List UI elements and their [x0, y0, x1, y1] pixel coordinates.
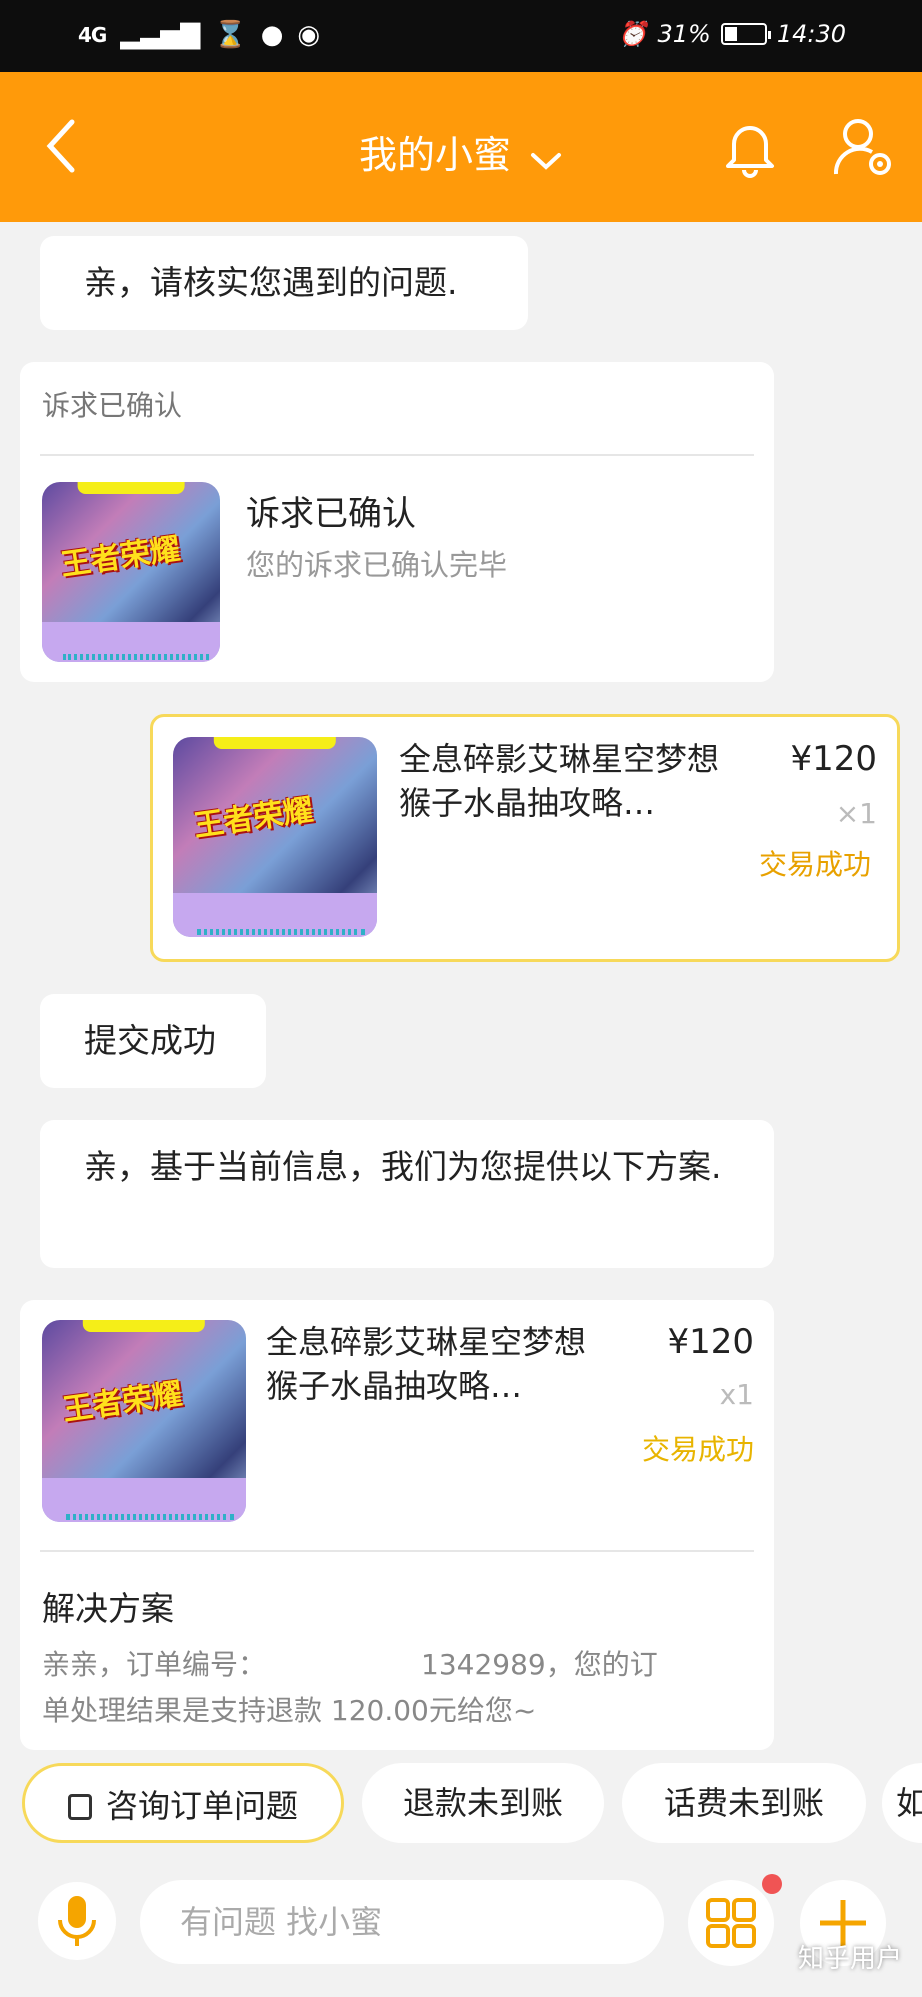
- chip-more[interactable]: 如: [882, 1763, 922, 1843]
- appeal-title: 诉求已确认: [246, 494, 416, 534]
- product-qty: x1: [719, 1378, 754, 1411]
- battery-icon: [720, 23, 771, 45]
- thumb-logo: 王者荣耀: [192, 792, 316, 845]
- quick-replies: 咨询订单问题 退款未到账 话费未到账 如: [0, 1763, 922, 1849]
- notification-dot: [762, 1874, 782, 1894]
- chevron-down-icon: [529, 136, 563, 180]
- chip-label: 咨询订单问题: [105, 1787, 298, 1825]
- chip-order-question[interactable]: 咨询订单问题: [22, 1763, 344, 1843]
- bot-message: 提交成功: [40, 994, 266, 1088]
- battery-percent: 31%: [657, 20, 711, 48]
- product-thumbnail: 王者荣耀: [173, 737, 377, 937]
- message-input[interactable]: 有问题 找小蜜: [140, 1880, 664, 1964]
- apps-button[interactable]: [688, 1880, 774, 1966]
- appeal-caption: 诉求已确认: [42, 389, 183, 422]
- wechat-icon: ◉: [297, 20, 321, 50]
- message-text: 提交成功: [84, 1021, 216, 1060]
- message-text: 亲，请核实您遇到的问题.: [84, 263, 458, 302]
- network-label: 4G: [78, 23, 107, 47]
- appeal-card[interactable]: 诉求已确认 王者荣耀 诉求已确认 您的诉求已确认完毕: [20, 362, 774, 682]
- bot-message: 亲，请核实您遇到的问题.: [40, 236, 528, 330]
- thumb-logo: 王者荣耀: [61, 1376, 185, 1428]
- bell-icon: [726, 126, 774, 178]
- hourglass-icon: ⌛: [214, 20, 247, 50]
- status-left: 4G ▂▃▅▇ ⌛ ● ◉: [78, 20, 320, 50]
- product-thumbnail: 王者荣耀: [42, 482, 220, 662]
- bot-message: 亲，基于当前信息，我们为您提供以下方案.: [40, 1120, 774, 1268]
- solution-body-prefix: 亲亲，订单编号：: [42, 1648, 267, 1681]
- product-price: ¥120: [667, 1322, 754, 1362]
- watermark: 知乎用户: [797, 1944, 902, 1974]
- message-text: 亲，基于当前信息，我们为您提供以下方案.: [84, 1147, 722, 1186]
- product-thumbnail: 王者荣耀: [42, 1320, 246, 1522]
- status-bar: 4G ▂▃▅▇ ⌛ ● ◉ ⏰ 31% 14:30: [0, 0, 922, 72]
- user-settings-button[interactable]: [832, 114, 896, 180]
- solution-body-line2: 单处理结果是支持退款 120.00元给您~: [42, 1694, 537, 1727]
- divider: [40, 1550, 754, 1552]
- solution-card[interactable]: 王者荣耀 全息碎影艾琳星空梦想猴子水晶抽攻略… ¥120 x1 交易成功 解决方…: [20, 1300, 774, 1750]
- user-gear-icon: [833, 119, 891, 175]
- order-card[interactable]: 王者荣耀 全息碎影艾琳星空梦想猴子水晶抽攻略… ¥120 ×1 交易成功: [150, 714, 900, 962]
- solution-body: 亲亲，订单编号： 1342989，您的订 单处理结果是支持退款 120.00元给您…: [42, 1642, 772, 1734]
- order-icon: [67, 1794, 92, 1820]
- voice-button[interactable]: [38, 1882, 116, 1960]
- chip-refund-missing[interactable]: 退款未到账: [362, 1763, 604, 1843]
- appeal-subtitle: 您的诉求已确认完毕: [246, 548, 508, 582]
- order-status: 交易成功: [758, 848, 871, 881]
- microphone-icon: [58, 1896, 96, 1946]
- input-placeholder: 有问题 找小蜜: [180, 1903, 383, 1941]
- chip-label: 话费未到账: [663, 1784, 824, 1822]
- divider: [40, 454, 754, 456]
- title-dropdown[interactable]: 我的小蜜: [0, 124, 922, 180]
- page-title: 我的小蜜: [358, 133, 511, 177]
- alarm-icon: ⏰: [617, 20, 648, 48]
- status-right: ⏰ 31% 14:30: [618, 20, 846, 48]
- signal-icon: ▂▃▅▇: [120, 20, 201, 50]
- bottom-input-bar: 有问题 找小蜜 知乎用户: [0, 1862, 922, 1997]
- solution-body-tail: 1342989，您的订: [421, 1648, 658, 1681]
- thumb-logo: 王者荣耀: [58, 532, 183, 584]
- product-title: 全息碎影艾琳星空梦想猴子水晶抽攻略…: [399, 740, 720, 822]
- app-header: 我的小蜜: [0, 72, 922, 222]
- clock: 14:30: [776, 20, 846, 48]
- grid-icon: [706, 1898, 756, 1948]
- product-price: ¥120: [790, 739, 877, 779]
- product-title: 全息碎影艾琳星空梦想猴子水晶抽攻略…: [266, 1323, 587, 1405]
- chip-phone-fee-missing[interactable]: 话费未到账: [622, 1763, 866, 1843]
- notification-button[interactable]: [722, 118, 778, 178]
- product-qty: ×1: [835, 797, 877, 830]
- chip-label: 退款未到账: [402, 1784, 563, 1822]
- solution-heading: 解决方案: [42, 1589, 174, 1628]
- chip-label: 如: [896, 1784, 922, 1822]
- qq-icon: ●: [260, 20, 284, 50]
- order-status: 交易成功: [641, 1433, 754, 1466]
